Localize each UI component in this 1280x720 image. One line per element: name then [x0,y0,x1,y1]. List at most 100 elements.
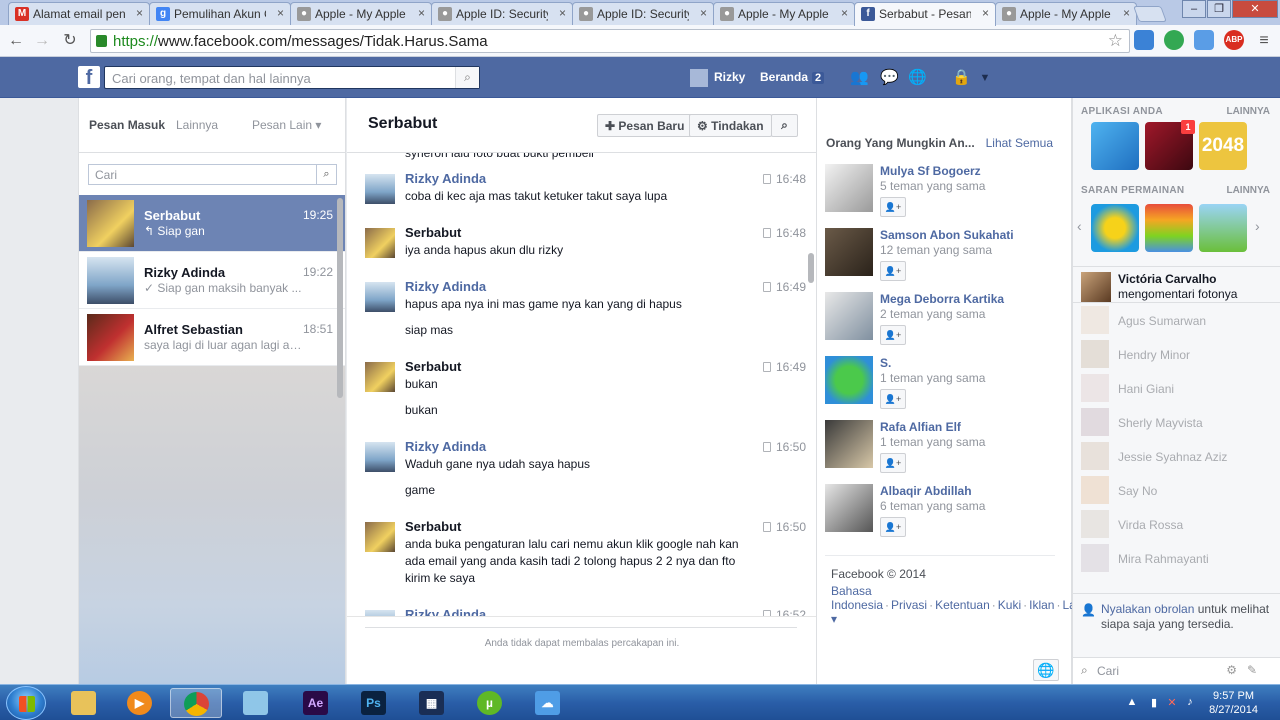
maximize-button[interactable]: ❐ [1207,0,1231,18]
new-message-button[interactable]: ✚ Pesan Baru [597,114,693,137]
home-link[interactable]: Beranda 2 [760,70,825,84]
thread-list-scrollbar[interactable] [337,198,343,398]
close-tab-icon[interactable]: × [136,6,143,20]
close-window-button[interactable]: ✕ [1232,0,1278,18]
new-tab-button[interactable] [1133,6,1167,22]
turn-on-chat-link[interactable]: Nyalakan obrolan [1101,602,1194,616]
tab-more[interactable]: Lainnya [176,118,218,132]
globe-icon[interactable]: 🌐 [1033,659,1059,681]
game-monster-icon[interactable] [1091,204,1139,252]
browser-tab[interactable]: ● Apple - My Apple × [290,2,432,25]
compose-icon[interactable]: ✎ [1247,663,1257,677]
chevron-right-icon[interactable]: › [1255,218,1260,234]
browser-tab[interactable]: f Serbabut - Pesan × [854,2,996,26]
message-sender[interactable]: Serbabut [405,225,461,240]
close-tab-icon[interactable]: × [1123,6,1130,20]
tab-inbox[interactable]: Pesan Masuk [89,118,165,132]
add-friend-button[interactable]: 👤+ [880,517,906,537]
taskbar-icloud[interactable]: ☁ [522,688,574,718]
message-sender[interactable]: Serbabut [405,359,461,374]
taskbar-blackberry[interactable]: ▦ [406,688,458,718]
footer-link[interactable]: Bahasa Indonesia [831,584,883,612]
adblock-icon[interactable]: ABP [1224,30,1244,50]
pymk-name[interactable]: S. [880,356,891,370]
actions-button[interactable]: ⚙ Tindakan [689,114,772,137]
account-menu-icon[interactable]: ▼ [976,69,994,87]
browser-tab[interactable]: ● Apple - My Apple × [995,2,1137,25]
pymk-name[interactable]: Albaqir Abdillah [880,484,972,498]
tab-other-messages[interactable]: Pesan Lain ▾ [252,118,321,132]
game-soccer-icon[interactable] [1199,204,1247,252]
app-poker-icon[interactable]: 1 [1145,120,1195,170]
thread-item[interactable]: Alfret Sebastian 18:51 saya lagi di luar a… [79,309,345,366]
friend-requests-icon[interactable]: 👥 [850,69,869,87]
tray-arrow-icon[interactable]: ▲ [1126,696,1138,709]
avatar[interactable] [825,420,873,468]
taskbar-media-player[interactable]: ▶ [114,688,166,718]
tray-network-icon[interactable]: ✕ [1166,696,1178,709]
browser-tab[interactable]: ● Apple ID: Security × [572,2,714,25]
search-icon[interactable]: ⌕ [316,165,336,184]
see-all-link[interactable]: Lihat Semua [986,136,1053,150]
message-sender[interactable]: Rizky Adinda [405,279,486,294]
avatar[interactable] [825,356,873,404]
pymk-name[interactable]: Mega Deborra Kartika [880,292,1004,306]
message-sender[interactable]: Serbabut [405,519,461,534]
taskbar-notes[interactable] [230,688,282,718]
clock[interactable]: 9:57 PM 8/27/2014 [1209,689,1258,717]
games-more-link[interactable]: LAINNYA [1226,185,1270,196]
chat-friend[interactable]: Hendry Minor [1081,340,1276,370]
add-friend-button[interactable]: 👤+ [880,389,906,409]
messages-icon[interactable]: 💬 [880,69,899,87]
back-icon[interactable]: ← [6,31,26,51]
add-friend-button[interactable]: 👤+ [880,325,906,345]
thread-search-input[interactable]: Cari ⌕ [88,164,337,185]
footer-link[interactable]: Privasi [891,598,927,612]
browser-tab[interactable]: g Pemulihan Akun G × [149,2,291,25]
extension-icloud-icon[interactable] [1194,30,1214,50]
extension-cloud-icon[interactable] [1134,30,1154,50]
avatar[interactable] [825,228,873,276]
close-tab-icon[interactable]: × [700,6,707,20]
address-bar[interactable]: https://www.facebook.com/messages/Tidak.… [90,29,1130,53]
conversation-search-icon[interactable]: ⌕ [771,114,798,137]
footer-link[interactable]: Kuki [998,598,1021,612]
close-tab-icon[interactable]: × [559,6,566,20]
bookmark-star-icon[interactable]: ☆ [1108,31,1123,51]
reload-icon[interactable]: ↻ [60,31,80,51]
profile-link[interactable]: Rizky [690,69,745,87]
pymk-name[interactable]: Rafa Alfian Elf [880,420,961,434]
footer-link[interactable]: Ketentuan [935,598,990,612]
privacy-lock-icon[interactable]: 🔒 [952,69,971,87]
thread-item[interactable]: Serbabut 19:25 ↰ Siap gan [79,195,345,252]
chat-friend[interactable]: Hani Giani [1081,374,1276,404]
taskbar-after-effects[interactable]: Ae [290,688,342,718]
chat-friend[interactable]: Virda Rossa [1081,510,1276,540]
browser-tab[interactable]: M Alamat email pen × [8,2,150,25]
taskbar-chrome[interactable] [170,688,222,718]
add-friend-button[interactable]: 👤+ [880,261,906,281]
extension-green-icon[interactable] [1164,30,1184,50]
chat-search-input[interactable]: ⌕ Cari ⚙ ✎ [1073,657,1280,684]
add-friend-button[interactable]: 👤+ [880,453,906,473]
minimize-button[interactable]: – [1182,0,1206,18]
app-flight-icon[interactable] [1091,122,1139,170]
apps-more-link[interactable]: LAINNYA [1226,106,1270,117]
thread-item[interactable]: Rizky Adinda 19:22 ✓ Siap gan maksih banya… [79,252,345,309]
taskbar-utorrent[interactable]: µ [464,688,516,718]
close-tab-icon[interactable]: × [841,6,848,20]
chat-friend[interactable]: Mira Rahmayanti [1081,544,1276,574]
app-2048-icon[interactable]: 2048 [1199,122,1247,170]
tray-device-icon[interactable]: ▮ [1148,696,1160,709]
search-icon[interactable]: ⌕ [455,67,479,88]
chat-friend[interactable]: Say No [1081,476,1276,506]
add-friend-button[interactable]: 👤+ [880,197,906,217]
game-cake-icon[interactable] [1145,204,1193,252]
facebook-logo-icon[interactable]: f [78,66,100,89]
close-tab-icon[interactable]: × [418,6,425,20]
avatar[interactable] [825,164,873,212]
pymk-name[interactable]: Samson Abon Sukahati [880,228,1014,242]
close-tab-icon[interactable]: × [982,6,989,20]
avatar[interactable] [825,484,873,532]
close-tab-icon[interactable]: × [277,6,284,20]
